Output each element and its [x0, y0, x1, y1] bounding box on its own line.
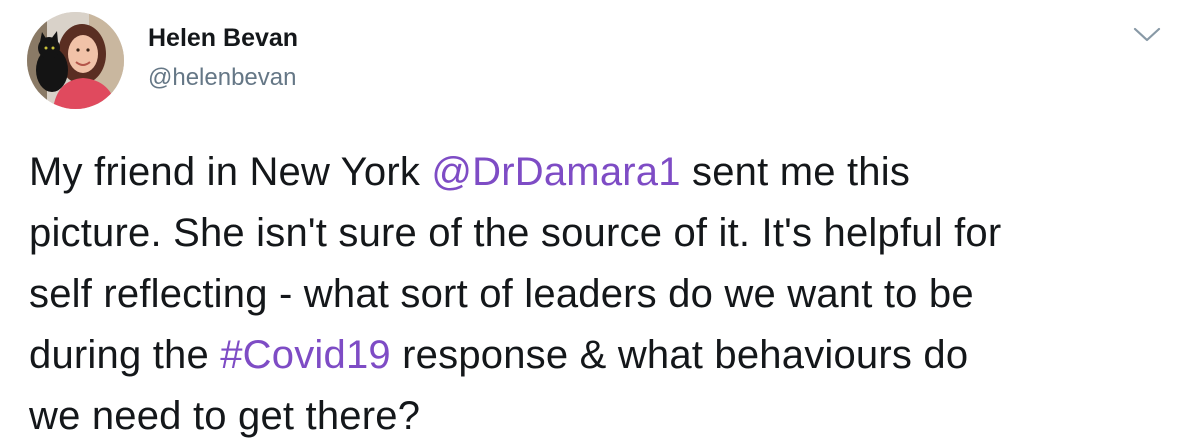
text-segment: response & what behaviours do [390, 333, 969, 377]
chevron-down-icon [1133, 27, 1161, 42]
author-name[interactable]: Helen Bevan [148, 24, 298, 53]
tweet-menu-button[interactable] [1127, 20, 1167, 50]
tweet-text-line: picture. She isn't sure of the source of… [29, 211, 1002, 255]
tweet-text-line: we need to get there? [29, 394, 421, 438]
hashtag-link[interactable]: #Covid19 [220, 333, 391, 377]
text-segment: sent me this [680, 150, 911, 194]
tweet-text: My friend in New York @DrDamara1 sent me… [29, 142, 1169, 447]
text-segment: during the [29, 333, 221, 377]
avatar[interactable] [27, 12, 124, 109]
tweet-text-line: My friend in New York @DrDamara1 sent me… [29, 142, 1169, 203]
mention-link[interactable]: @DrDamara1 [431, 150, 680, 194]
avatar-image [27, 12, 124, 109]
text-segment: My friend in New York [29, 150, 432, 194]
author-handle[interactable]: @helenbevan [148, 64, 296, 92]
tweet: Helen Bevan @helenbevan My friend in New… [0, 0, 1191, 447]
tweet-text-line: during the #Covid19 response & what beha… [29, 325, 1169, 386]
tweet-text-line: self reflecting - what sort of leaders d… [29, 272, 974, 316]
